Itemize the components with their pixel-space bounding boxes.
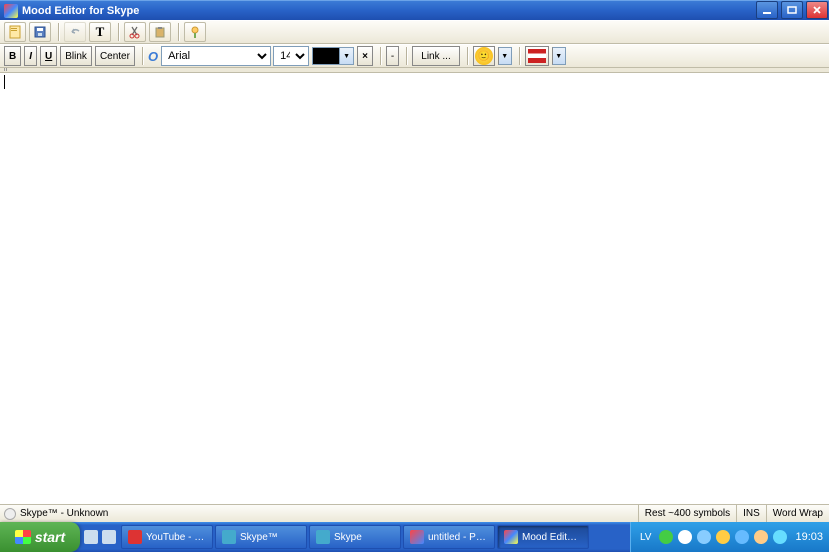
app-icon xyxy=(4,4,18,18)
windows-taskbar: start YouTube - Broadcast ... Skype™ Sky… xyxy=(0,522,829,552)
tray-icon[interactable] xyxy=(659,530,673,544)
italic-button[interactable]: I xyxy=(24,46,37,66)
tray-icon[interactable] xyxy=(678,530,692,544)
paint-icon xyxy=(410,530,424,544)
status-bar: Skype™ - Unknown Rest ~400 symbols INS W… xyxy=(0,504,829,522)
separator xyxy=(142,47,144,65)
status-wrap: Word Wrap xyxy=(766,505,829,522)
tray-icon[interactable] xyxy=(716,530,730,544)
color-swatch[interactable] xyxy=(312,47,340,65)
system-tray: LV 19:03 xyxy=(630,522,829,552)
task-skype[interactable]: Skype xyxy=(309,525,401,549)
status-ins: INS xyxy=(736,505,766,522)
separator xyxy=(406,47,408,65)
title-bar: Mood Editor for Skype xyxy=(0,0,829,20)
separator xyxy=(118,23,120,41)
quick-launch-icon[interactable] xyxy=(102,530,116,544)
minimize-button[interactable] xyxy=(756,1,778,19)
task-skype-tm[interactable]: Skype™ xyxy=(215,525,307,549)
clock[interactable]: 19:03 xyxy=(795,531,823,543)
quick-launch xyxy=(80,522,120,552)
mode-button[interactable] xyxy=(184,22,206,42)
smiley-icon: 🙂 xyxy=(475,47,493,65)
flag-dropdown-button[interactable]: ▼ xyxy=(552,47,566,65)
format-toolbar: B I U Blink Center O Arial 14 ▼ × - Link… xyxy=(0,44,829,68)
separator xyxy=(467,47,469,65)
save-button[interactable] xyxy=(29,22,51,42)
separator xyxy=(178,23,180,41)
color-dropdown-button[interactable]: ▼ xyxy=(340,47,354,65)
text-caret xyxy=(4,75,5,89)
tray-icon[interactable] xyxy=(754,530,768,544)
close-button[interactable] xyxy=(806,1,828,19)
separator xyxy=(380,47,382,65)
font-label-icon: O xyxy=(148,49,161,64)
paste-button[interactable] xyxy=(149,22,171,42)
tray-icon[interactable] xyxy=(697,530,711,544)
link-button[interactable]: Link ... xyxy=(412,46,459,66)
underline-button[interactable]: U xyxy=(40,46,57,66)
clear-format-button[interactable]: × xyxy=(357,46,373,66)
new-doc-button[interactable] xyxy=(4,22,26,42)
task-mood-editor[interactable]: Mood Editor for Skype xyxy=(497,525,589,549)
skype-icon xyxy=(316,530,330,544)
center-button[interactable]: Center xyxy=(95,46,135,66)
language-indicator[interactable]: LV xyxy=(637,532,655,543)
tray-icon[interactable] xyxy=(735,530,749,544)
emoji-dropdown-button[interactable]: ▼ xyxy=(498,47,512,65)
quick-launch-icon[interactable] xyxy=(84,530,98,544)
separator xyxy=(519,47,521,65)
task-paint[interactable]: untitled - Paint xyxy=(403,525,495,549)
task-youtube[interactable]: YouTube - Broadcast ... xyxy=(121,525,213,549)
cut-button[interactable] xyxy=(124,22,146,42)
window-title: Mood Editor for Skype xyxy=(22,5,754,17)
undo-button[interactable] xyxy=(64,22,86,42)
font-family-select[interactable]: Arial xyxy=(161,46,271,66)
main-toolbar: T xyxy=(0,20,829,44)
bold-button[interactable]: B xyxy=(4,46,21,66)
emoji-button[interactable]: 🙂 xyxy=(473,46,495,66)
flag-icon xyxy=(528,49,546,63)
start-button[interactable]: start xyxy=(0,522,80,552)
status-rest: Rest ~400 symbols xyxy=(638,505,736,522)
font-size-select[interactable]: 14 xyxy=(273,46,309,66)
flag-button[interactable] xyxy=(525,46,549,66)
editor-area[interactable] xyxy=(0,73,829,504)
status-text: Skype™ - Unknown xyxy=(20,508,108,519)
separator xyxy=(58,23,60,41)
app-icon xyxy=(504,530,518,544)
youtube-icon xyxy=(128,530,142,544)
text-button[interactable]: T xyxy=(89,22,111,42)
tray-icon[interactable] xyxy=(773,530,787,544)
windows-logo-icon xyxy=(15,530,31,544)
skype-icon xyxy=(222,530,236,544)
dash-button[interactable]: - xyxy=(386,46,399,66)
blink-button[interactable]: Blink xyxy=(60,46,92,66)
maximize-button[interactable] xyxy=(781,1,803,19)
